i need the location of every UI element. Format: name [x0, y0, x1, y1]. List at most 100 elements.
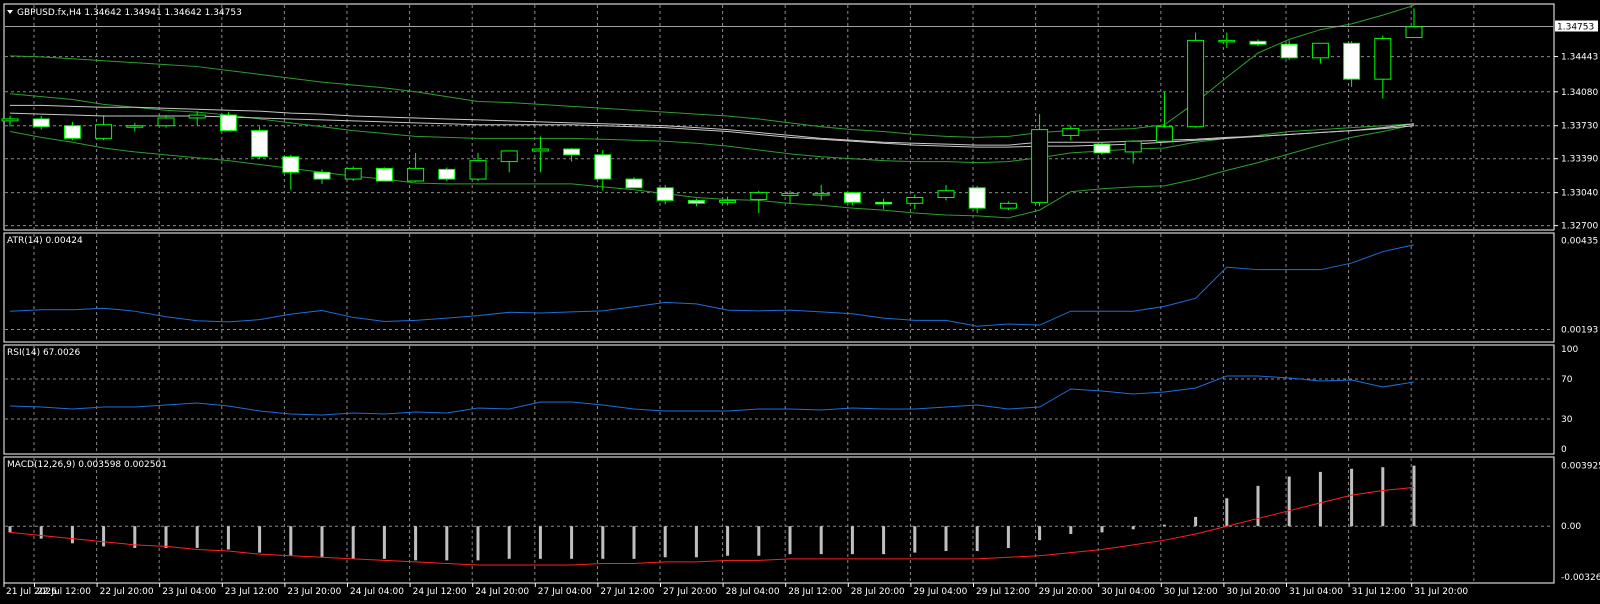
macd-histogram-bar: [663, 526, 667, 558]
candle: [375, 167, 393, 182]
candle-body-bullish: [1124, 140, 1142, 153]
candle-body-bullish: [157, 117, 175, 127]
candle-body-bullish: [1062, 128, 1080, 136]
rsi-title: RSI(14) 67.0026: [7, 348, 80, 358]
candle-body-bearish: [968, 187, 986, 209]
candle-body-bearish: [251, 130, 269, 158]
candle-body-bullish: [999, 202, 1017, 209]
macd-histogram-bar: [195, 526, 199, 548]
candle-body-bearish: [1093, 143, 1111, 154]
candle-body-bullish: [906, 197, 924, 204]
rsi-tick-label: 30: [1561, 415, 1573, 425]
rsi-tick-label: 0: [1561, 445, 1567, 455]
time-tick-label: 27 Jul 20:00: [663, 587, 717, 597]
atr-title: ATR(14) 0.00424: [7, 236, 83, 246]
candle-body-bearish: [438, 168, 456, 180]
macd-histogram-bar: [1412, 465, 1416, 527]
price-tick-label: 1.34443: [1561, 53, 1598, 63]
candle-body-bearish: [563, 148, 581, 156]
candle-body-bearish: [1249, 40, 1267, 45]
macd-histogram-bar: [445, 526, 449, 561]
macd-histogram-bar: [788, 526, 792, 555]
candle-body-bullish: [407, 167, 425, 182]
candle: [219, 112, 237, 132]
macd-tick-label: 0.00: [1561, 522, 1581, 532]
candle-body-bearish: [219, 114, 237, 132]
macd-histogram-bar: [1131, 526, 1135, 530]
candle-body-bearish: [594, 154, 612, 180]
rsi-tick-label: 70: [1561, 375, 1573, 385]
candle-body-bearish: [875, 201, 893, 205]
macd-histogram-bar: [1006, 526, 1010, 548]
candle-body-bearish: [63, 125, 81, 139]
candle: [344, 166, 362, 182]
macd-histogram-bar: [258, 526, 262, 553]
candle-body-bearish: [282, 156, 300, 173]
time-tick-label: 30 Jul 20:00: [1226, 587, 1280, 597]
candle: [251, 126, 269, 159]
macd-histogram-bar: [226, 526, 230, 550]
macd-histogram-bar: [1350, 468, 1354, 527]
candle-body-bullish: [812, 193, 830, 196]
candle-body-bearish: [1280, 43, 1298, 59]
time-tick-label: 28 Jul 12:00: [788, 587, 842, 597]
time-tick-label: 27 Jul 12:00: [600, 587, 654, 597]
time-tick-label: 29 Jul 04:00: [913, 587, 967, 597]
time-tick-label: 22 Jul 20:00: [100, 587, 154, 597]
time-tick-label: 24 Jul 12:00: [413, 587, 467, 597]
macd-histogram-bar: [164, 526, 168, 548]
chart-window[interactable]: 1.34443 1.34080 1.33730 1.33390 1.33040 1.327…: [0, 0, 1600, 600]
atr-tick-label: 0.00435: [1561, 237, 1598, 247]
macd-histogram-bar: [850, 526, 854, 555]
time-tick-label: 24 Jul 04:00: [350, 587, 404, 597]
time-tick-label: 22 Jul 12:00: [37, 587, 91, 597]
time-tick-label: 30 Jul 04:00: [1101, 587, 1155, 597]
candle-body-bullish: [1155, 126, 1173, 142]
macd-histogram-bar: [8, 526, 12, 533]
candle-body-bullish: [1031, 129, 1049, 203]
candle-body-bullish: [781, 193, 799, 197]
macd-histogram-bar: [1069, 526, 1073, 534]
time-tick-label: 29 Jul 20:00: [1039, 587, 1093, 597]
candle-body-bullish: [126, 125, 144, 128]
time-tick-label: 23 Jul 12:00: [225, 587, 279, 597]
time-tick-label: 29 Jul 12:00: [976, 587, 1030, 597]
macd-title: MACD(12,26,9) 0.003598 0.002501: [7, 460, 167, 470]
symbol-header: GBPUSD.fx,H4 1.34642 1.34941 1.34642 1.3…: [17, 8, 242, 18]
candle-body-bullish: [937, 190, 955, 199]
macd-histogram-bar: [70, 526, 74, 544]
macd-histogram-bar: [1381, 467, 1385, 527]
macd-histogram-bar: [1100, 526, 1104, 533]
macd-histogram-bar: [538, 526, 542, 559]
candle-body-bearish: [656, 187, 674, 201]
chart-canvas[interactable]: 1.34443 1.34080 1.33730 1.33390 1.33040 1.327…: [0, 0, 1600, 600]
time-tick-label: 30 Jul 12:00: [1164, 587, 1218, 597]
macd-histogram-bar: [694, 526, 698, 558]
macd-histogram-bar: [102, 526, 106, 547]
macd-histogram-bar: [819, 526, 823, 555]
price-tick-label: 1.32700: [1561, 222, 1598, 232]
macd-histogram-bar: [726, 526, 730, 556]
candle-body-bullish: [1311, 42, 1329, 59]
time-tick-label: 31 Jul 04:00: [1289, 587, 1343, 597]
macd-histogram-bar: [570, 526, 574, 559]
candle-body-bullish: [1, 118, 19, 122]
candle-body-bearish: [32, 118, 50, 128]
macd-histogram-bar: [351, 526, 355, 559]
atr-tick-label: 0.00193: [1561, 326, 1598, 336]
macd-histogram-bar: [913, 526, 917, 553]
macd-histogram-bar: [507, 526, 511, 559]
candle-body-bullish: [1218, 39, 1236, 43]
macd-histogram-bar: [1318, 471, 1322, 527]
time-tick-label: 27 Jul 04:00: [538, 587, 592, 597]
candle: [1093, 142, 1111, 155]
macd-histogram-bar: [944, 526, 948, 552]
candle-body-bearish: [843, 192, 861, 203]
current-price-tag: 1.34753: [1555, 20, 1598, 33]
price-tick-label: 1.33390: [1561, 155, 1598, 165]
macd-histogram-bar: [414, 526, 418, 561]
candle: [438, 167, 456, 182]
macd-histogram-bar: [975, 526, 979, 552]
price-tick-label: 1.34080: [1561, 88, 1598, 98]
macd-histogram-bar: [632, 526, 636, 559]
